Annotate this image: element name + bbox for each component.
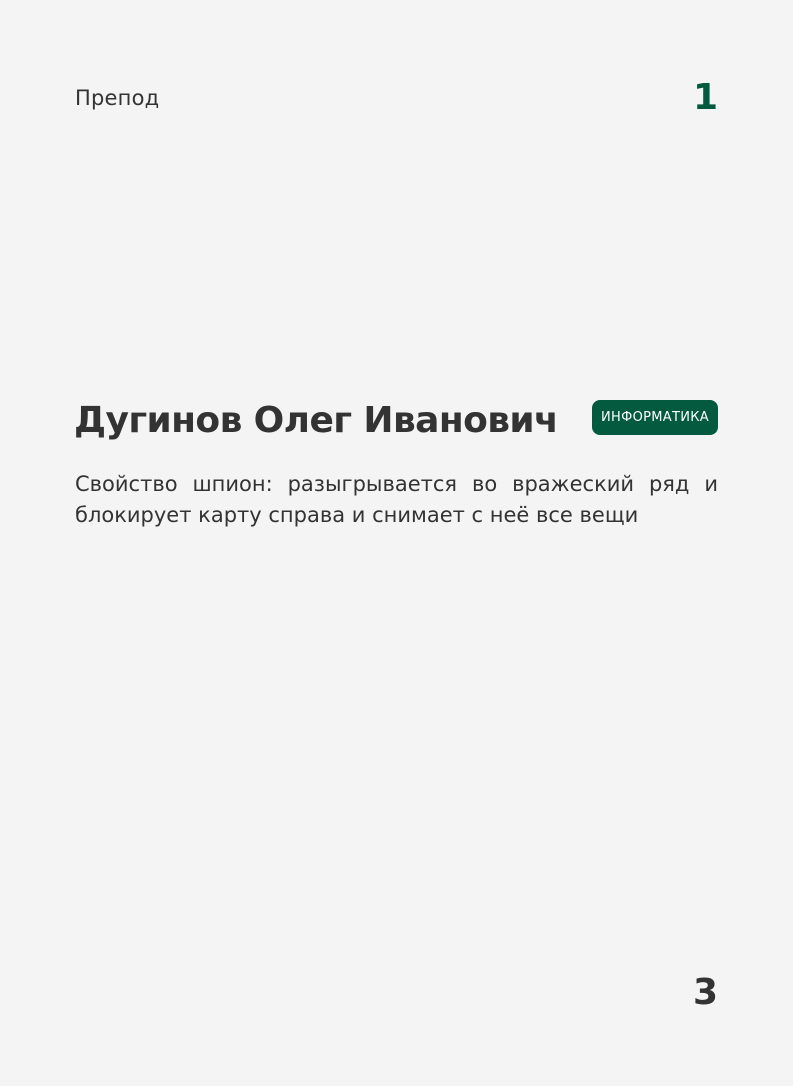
card-type-label: Препод: [75, 86, 160, 110]
game-card: Препод 1 Дугинов Олег Иванович ИНФОРМАТИ…: [0, 0, 793, 1086]
card-description: Свойство шпион: разыгрывается во вражеск…: [75, 472, 718, 527]
subject-badge: ИНФОРМАТИКА: [592, 400, 718, 435]
card-bottom-number: 3: [692, 972, 718, 1013]
card-character-name: Дугинов Олег Иванович: [74, 400, 559, 441]
card-top-number: 1: [692, 77, 718, 118]
